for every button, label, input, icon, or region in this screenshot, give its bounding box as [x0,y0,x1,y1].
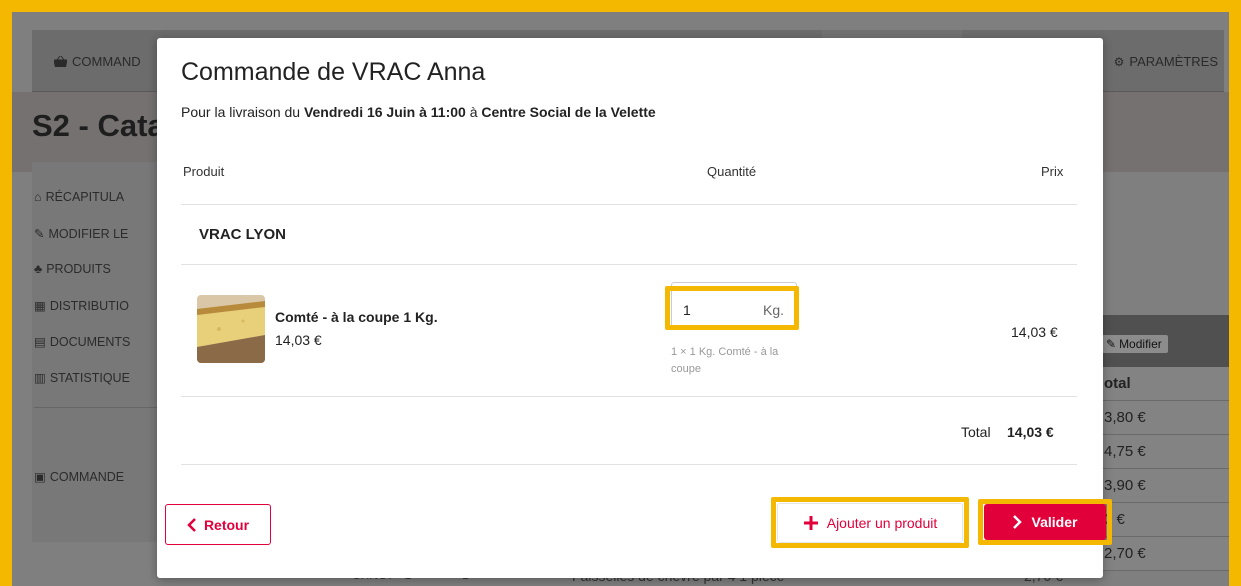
side-item-label: PRODUITS [46,262,111,276]
order-modal: Commande de VRAC Anna Pour la livraison … [157,38,1112,578]
stats-icon: ▥ [34,371,46,385]
divider [181,396,1077,397]
producer-name: VRAC LYON [199,226,286,243]
divider [181,264,1077,265]
side-item-summary[interactable]: ⌂ RÉCAPITULA [34,190,124,204]
delivery-mid: à [465,104,482,120]
orders-icon: ▣ [34,470,46,484]
side-item-documents[interactable]: ▤ DOCUMENTS [34,334,131,350]
products-icon: ♣ [34,262,43,276]
delivery-date: Vendredi 16 Juin à 11:00 [303,104,466,120]
add-product-highlight [771,497,969,548]
table-col-header: otal [1092,367,1229,401]
gear-icon: ⚙ [1113,54,1125,69]
nav-orders-label: COMMAND [72,54,141,69]
edit-icon: ✎ [1106,337,1117,351]
back-button[interactable]: Retour [165,504,271,545]
calendar-icon: ▦ [34,299,46,313]
side-item-label: DOCUMENTS [49,334,131,349]
total-label: Total [961,424,991,440]
side-item-modify[interactable]: ✎ MODIFIER LE [34,226,129,242]
validate-highlight [978,499,1112,545]
column-product: Produit [183,164,225,179]
product-name: Comté - à la coupe 1 Kg. [275,309,438,325]
column-price: Prix [1041,164,1064,179]
total-value: 14,03 € [1007,424,1054,440]
side-item-products[interactable]: ♣ PRODUITS [34,262,111,276]
side-item-label: DISTRIBUTIO [49,298,129,313]
delivery-info: Pour la livraison du Vendredi 16 Juin à … [181,104,656,120]
modal-title: Commande de VRAC Anna [181,58,486,86]
product-image [197,295,265,363]
side-item-label: COMMANDE [49,469,125,484]
column-quantity: Quantité [707,164,757,179]
side-item-distributions[interactable]: ▦ DISTRIBUTIO [34,298,129,314]
side-item-label: MODIFIER LE [48,226,129,241]
side-item-label: RÉCAPITULA [45,190,125,204]
chevron-left-icon [187,517,196,532]
side-item-stats[interactable]: ▥ STATISTIQUE [34,370,130,386]
modify-label: Modifier [1119,337,1162,351]
table-row: 2,70 € [1092,537,1229,571]
product-unit-price: 14,03 € [275,332,322,348]
table-row: 4,75 € [1092,435,1229,469]
delivery-place: Centre Social de la Velette [481,104,656,120]
table-row: 3,90 € [1092,469,1229,503]
table-row: 0 € [1092,503,1229,537]
nav-orders[interactable]: COMMAND [54,54,141,69]
table-row: 3,80 € [1092,401,1229,435]
modify-button[interactable]: ✎ Modifier [1100,335,1168,353]
table-header: ✎ Modifier [1092,315,1229,367]
side-item-label: STATISTIQUE [49,370,130,385]
quantity-help: 1 × 1 Kg. Comté - à la coupe [671,346,779,375]
side-item-orders[interactable]: ▣ COMMANDE [34,469,125,485]
home-icon: ⌂ [34,190,42,204]
nav-settings-label: PARAMÈTRES [1129,54,1218,69]
divider [181,464,1077,465]
document-icon: ▤ [34,335,46,349]
basket-icon [54,56,67,67]
edit-icon: ✎ [34,227,45,241]
quantity-highlight [665,286,799,330]
line-price: 14,03 € [1011,324,1058,340]
nav-settings[interactable]: ⚙ PARAMÈTRES [1114,54,1218,69]
divider [181,204,1077,205]
delivery-prefix: Pour la livraison du [181,104,304,120]
background-table: ✎ Modifier otal 3,80 € 4,75 € 3,90 € 0 € … [1092,315,1229,571]
back-label: Retour [203,516,250,533]
